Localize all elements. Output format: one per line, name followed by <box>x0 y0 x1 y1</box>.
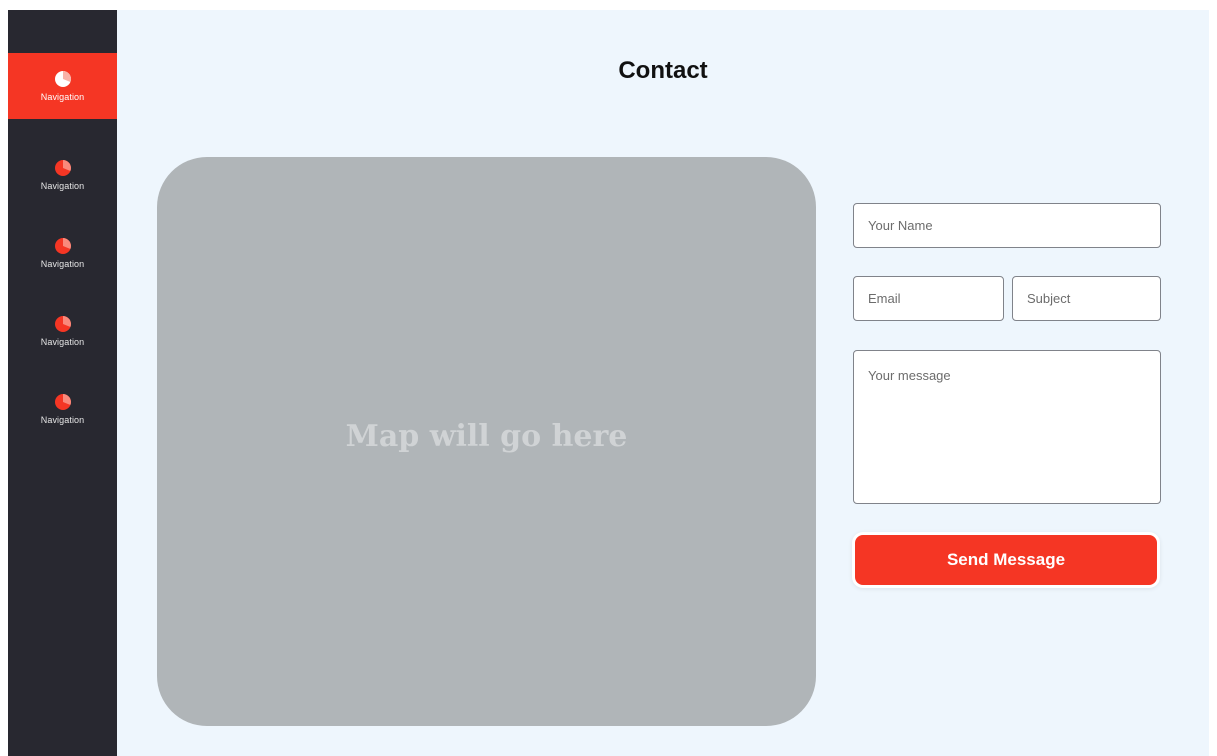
sidebar-item-navigation-3[interactable]: Navigation <box>8 220 117 286</box>
sidebar-item-label: Navigation <box>40 180 85 191</box>
map-placeholder-text: Map will go here <box>345 419 628 454</box>
pie-chart-icon <box>54 237 71 254</box>
app-frame: Navigation Navigation Navigation Navigat… <box>8 10 1209 756</box>
pie-chart-icon <box>54 315 71 332</box>
main-content: Contact Map will go here Send Message <box>117 10 1209 756</box>
pie-chart-icon <box>54 70 71 87</box>
map-placeholder: Map will go here <box>157 157 816 726</box>
sidebar-item-navigation-5[interactable]: Navigation <box>8 376 117 442</box>
sidebar-item-navigation-2[interactable]: Navigation <box>8 142 117 208</box>
sidebar-item-label: Navigation <box>40 91 85 102</box>
sidebar-item-navigation-4[interactable]: Navigation <box>8 298 117 364</box>
sidebar-item-navigation-1[interactable]: Navigation <box>8 53 117 119</box>
name-input[interactable] <box>853 203 1161 248</box>
sidebar: Navigation Navigation Navigation Navigat… <box>8 10 117 756</box>
send-message-button[interactable]: Send Message <box>855 535 1157 585</box>
pie-chart-icon <box>54 393 71 410</box>
subject-input[interactable] <box>1012 276 1161 321</box>
email-input[interactable] <box>853 276 1004 321</box>
sidebar-item-label: Navigation <box>40 414 85 425</box>
page-title: Contact <box>618 57 708 84</box>
sidebar-item-label: Navigation <box>40 258 85 269</box>
pie-chart-icon <box>54 159 71 176</box>
sidebar-item-label: Navigation <box>40 336 85 347</box>
message-textarea[interactable] <box>853 350 1161 504</box>
